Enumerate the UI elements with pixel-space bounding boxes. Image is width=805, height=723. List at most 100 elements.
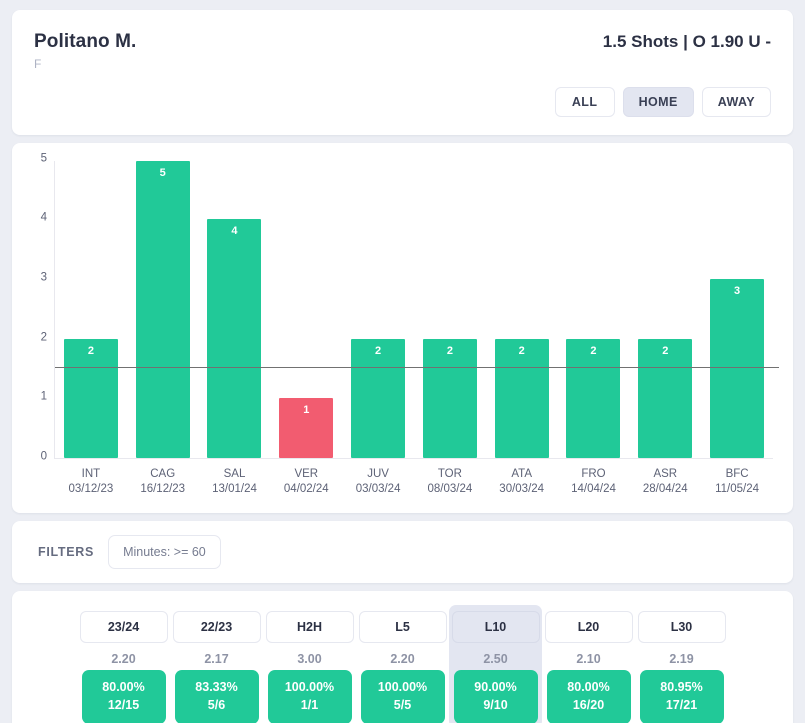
y-tick-label: 4 <box>40 211 47 224</box>
hit-rate-badge[interactable]: 83.33% 5/6 <box>174 670 259 723</box>
x-axis-date: 03/03/24 <box>355 483 401 496</box>
bar-ver[interactable]: 1 <box>279 398 334 458</box>
bar-column: 1 <box>270 161 342 458</box>
range-button-h2h[interactable]: H2H <box>265 610 354 643</box>
bar-value-label: 2 <box>446 344 453 357</box>
bar-juv[interactable]: 2 <box>351 338 406 458</box>
bar-column: 2 <box>558 161 630 458</box>
average-odds-value: 2.10 <box>576 651 601 666</box>
hit-rate-fraction: 5/6 <box>207 698 226 713</box>
bar-value-label: 2 <box>87 344 94 357</box>
bar-tor[interactable]: 2 <box>422 338 477 458</box>
market-line-label: 1.5 Shots | O 1.90 U - <box>602 32 771 51</box>
x-axis-date: 11/05/24 <box>715 483 760 496</box>
bar-value-label: 4 <box>231 225 238 238</box>
bar-value-label: 2 <box>375 344 382 357</box>
hit-rate-badge[interactable]: 100.00% 5/5 <box>360 670 445 723</box>
y-tick-label: 5 <box>40 152 47 164</box>
x-axis-tick: BFC 11/05/24 <box>701 467 773 498</box>
bar-asr[interactable]: 2 <box>638 338 693 458</box>
hit-rate-fraction: 16/20 <box>572 698 605 713</box>
x-axis-date: 28/04/24 <box>642 483 688 496</box>
y-gridline: 5 <box>41 152 773 163</box>
hit-rate-fraction: 5/5 <box>393 698 412 713</box>
hit-rate-badge[interactable]: 80.00% 12/15 <box>81 670 166 723</box>
bar-sal[interactable]: 4 <box>207 219 262 458</box>
bar-column: 4 <box>199 161 271 458</box>
x-axis-tick: INT 03/12/23 <box>55 467 127 498</box>
average-odds-value: 2.19 <box>669 651 694 666</box>
bar-cag[interactable]: 5 <box>135 160 190 458</box>
x-axis-tick: JUV 03/03/24 <box>342 467 414 498</box>
hit-rate-percent: 100.00% <box>377 680 428 695</box>
page-title: Politano M. <box>34 31 137 52</box>
hit-rate-percent: 83.33% <box>195 680 238 695</box>
hit-rate-fraction: 17/21 <box>665 698 698 713</box>
hit-rate-fraction: 12/15 <box>107 698 140 713</box>
x-axis-tick: ASR 28/04/24 <box>629 467 701 498</box>
page-root: Politano M. F 1.5 Shots | O 1.90 U - ALL… <box>0 0 805 723</box>
hit-rate-percent: 90.00% <box>474 680 517 695</box>
y-tick-label: 0 <box>40 450 47 462</box>
x-axis-tick: TOR 08/03/24 <box>414 467 486 498</box>
y-tick-label: 2 <box>40 330 47 343</box>
x-axis-date: 08/03/24 <box>427 483 473 496</box>
x-axis-opponent: BFC <box>725 467 749 480</box>
y-tick-label: 3 <box>40 271 47 284</box>
hit-rate-badge[interactable]: 80.95% 17/21 <box>639 670 724 723</box>
bar-fro[interactable]: 2 <box>566 338 621 458</box>
bar-column: 2 <box>629 161 701 458</box>
player-position-label: F <box>34 56 42 71</box>
x-axis-opponent: SAL <box>223 467 246 480</box>
player-identity: Politano M. F <box>34 30 136 71</box>
y-tick-label: 1 <box>40 390 47 403</box>
bar-value-label: 5 <box>159 166 166 179</box>
stat-column-l5: L5 2.20 100.00% 5/5 <box>356 605 449 723</box>
x-axis-date: 04/02/24 <box>283 483 329 496</box>
hit-rate-badge[interactable]: 80.00% 16/20 <box>546 670 631 723</box>
performance-chart-card: 0 1 2 3 4 5 2 5 4 1 2 2 2 2 2 3 INT 03/12/23 CAG 16/12/23… <box>12 142 793 513</box>
stat-column-l30: L30 2.19 80.95% 17/21 <box>635 605 728 723</box>
hit-rate-badge[interactable]: 90.00% 9/10 <box>453 670 538 723</box>
bar-column: 2 <box>486 161 558 458</box>
x-axis-tick: FRO 14/04/24 <box>558 467 630 498</box>
range-button-22-23[interactable]: 22/23 <box>172 610 261 643</box>
bar-value-label: 2 <box>662 344 669 357</box>
filters-card: FILTERS Minutes: >= 60 <box>12 520 793 583</box>
threshold-line <box>55 366 779 369</box>
x-axis-tick: ATA 30/03/24 <box>486 467 558 498</box>
filter-chip-group: Minutes: >= 60 <box>108 534 221 569</box>
filter-chip-minutes[interactable]: Minutes: >= 60 <box>108 534 221 569</box>
stat-column-l10: L10 2.50 90.00% 9/10 <box>449 604 542 723</box>
hit-rate-fraction: 9/10 <box>483 698 508 713</box>
hit-rate-badge[interactable]: 100.00% 1/1 <box>267 670 352 723</box>
bar-ata[interactable]: 2 <box>494 338 549 458</box>
range-button-l5[interactable]: L5 <box>358 610 447 643</box>
x-axis-opponent: VER <box>294 467 319 480</box>
x-axis-date: 14/04/24 <box>571 483 616 496</box>
venue-button-all[interactable]: ALL <box>554 86 615 117</box>
range-button-l10[interactable]: L10 <box>451 610 540 643</box>
x-axis-opponent: ATA <box>511 467 533 480</box>
player-header-card: Politano M. F 1.5 Shots | O 1.90 U - ALL… <box>12 10 793 135</box>
venue-button-away[interactable]: AWAY <box>701 86 771 117</box>
hit-rate-percent: 80.95% <box>660 680 703 695</box>
range-button-l30[interactable]: L30 <box>637 610 726 643</box>
average-odds-value: 2.20 <box>111 651 136 666</box>
x-axis-tick: SAL 13/01/24 <box>199 467 271 498</box>
range-button-l20[interactable]: L20 <box>544 610 633 643</box>
average-odds-value: 2.20 <box>390 651 415 666</box>
x-axis-opponent: CAG <box>150 467 176 480</box>
filters-label: FILTERS <box>38 544 95 559</box>
x-axis-opponent: FRO <box>581 467 606 480</box>
range-button-23-24[interactable]: 23/24 <box>79 610 168 643</box>
venue-button-home[interactable]: HOME <box>622 86 694 117</box>
venue-filter-group: ALL HOME AWAY <box>12 71 793 135</box>
chart-plot: 0 1 2 3 4 5 2 5 4 1 2 2 2 2 2 3 <box>41 152 779 462</box>
x-axis-opponent: JUV <box>367 467 389 480</box>
hit-rate-percent: 80.00% <box>102 680 145 695</box>
bar-int[interactable]: 2 <box>63 338 118 458</box>
bar-value-label: 3 <box>734 284 741 297</box>
bar-column: 5 <box>127 160 199 458</box>
x-axis-opponent: INT <box>81 467 101 480</box>
